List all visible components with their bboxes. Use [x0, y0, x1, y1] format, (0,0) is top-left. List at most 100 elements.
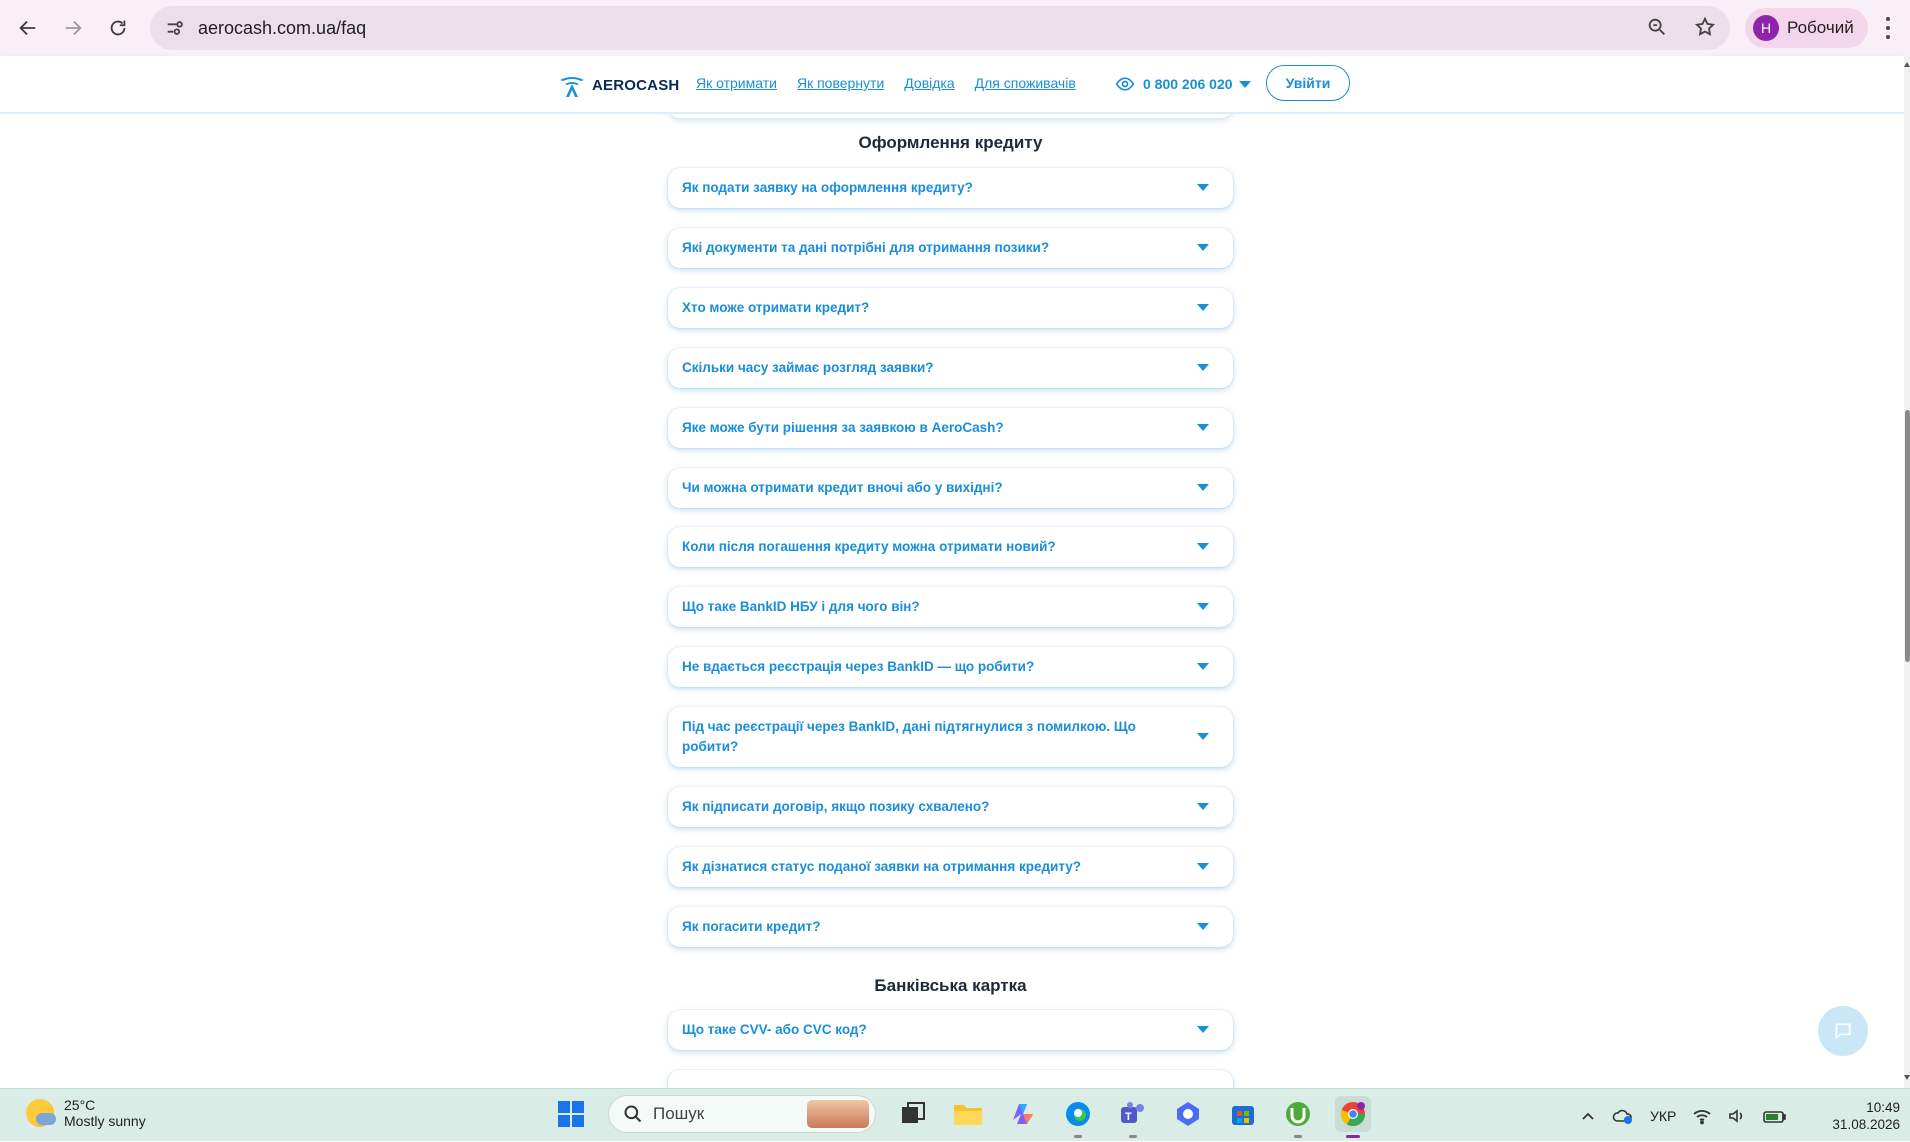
taskbar-search[interactable]: Пошук — [608, 1095, 876, 1133]
utorrent-icon[interactable] — [1280, 1096, 1316, 1138]
battery-icon[interactable] — [1762, 1107, 1788, 1125]
back-button[interactable] — [6, 6, 50, 50]
faq-question: Які документи та дані потрібні для отрим… — [682, 240, 1050, 255]
reload-icon — [110, 20, 126, 36]
chevron-down-icon[interactable] — [1197, 803, 1209, 810]
teams-icon[interactable]: T — [1115, 1096, 1151, 1138]
chevron-down-icon[interactable] — [1197, 424, 1209, 431]
chevron-down-icon[interactable] — [1197, 184, 1209, 191]
eye-icon[interactable] — [1115, 74, 1135, 94]
login-button[interactable]: Увійти — [1266, 65, 1350, 101]
store-icon[interactable] — [1225, 1096, 1261, 1132]
arrow-left-icon — [19, 20, 36, 36]
address-bar[interactable]: aerocash.com.ua/faq — [150, 6, 1730, 50]
faq-item[interactable]: Як дізнатися статус поданої заявки на от… — [668, 847, 1233, 887]
faq-item[interactable]: Що таке CVV- або CVC код? — [668, 1010, 1233, 1050]
profile-button[interactable]: Н Робочий — [1745, 8, 1868, 48]
faq-item[interactable]: Як подати заявку на оформлення кредиту? — [668, 168, 1233, 208]
phone-dropdown[interactable]: 0 800 206 020 — [1115, 74, 1251, 94]
weather-widget[interactable]: 25°C Mostly sunny — [26, 1097, 146, 1129]
windows-start-icon[interactable] — [553, 1096, 589, 1132]
volume-icon[interactable] — [1728, 1107, 1746, 1125]
reload-button[interactable] — [96, 6, 140, 50]
onedrive-icon[interactable] — [1612, 1107, 1634, 1125]
faq-question: Коли після погашення кредиту можна отрим… — [682, 539, 1056, 554]
svg-text:T: T — [1125, 1111, 1132, 1123]
phone-number[interactable]: 0 800 206 020 — [1143, 76, 1233, 92]
main-nav: Як отримати Як повернути Довідка Для спо… — [696, 75, 1076, 91]
faq-question: Як підписати договір, якщо позику схвале… — [682, 799, 990, 814]
aerocash-logo-icon — [560, 77, 584, 97]
weather-sun-icon — [26, 1099, 56, 1127]
avatar: Н — [1753, 15, 1779, 41]
faq-item[interactable]: Хто може отримати кредит? — [668, 288, 1233, 328]
temperature: 25°C — [64, 1097, 96, 1113]
faq-item[interactable]: Скільки часу займає розгляд заявки? — [668, 348, 1233, 388]
chevron-up-icon[interactable] — [1580, 1108, 1596, 1124]
clock-time: 10:49 — [1866, 1100, 1900, 1115]
faq-item[interactable]: Що таке BankID НБУ і для чого він? — [668, 587, 1233, 627]
system-tray: УКР — [1580, 1089, 1788, 1142]
chat-button[interactable] — [1818, 1006, 1868, 1056]
copilot-app-icon[interactable] — [1170, 1096, 1206, 1132]
faq-question: Скільки часу займає розгляд заявки? — [682, 360, 934, 375]
browser-toolbar: aerocash.com.ua/faq Н Робочий — [0, 0, 1910, 56]
chevron-down-icon[interactable] — [1197, 863, 1209, 870]
search-icon — [624, 1105, 642, 1123]
weather-condition: Mostly sunny — [64, 1113, 146, 1129]
copilot-icon[interactable] — [1005, 1096, 1041, 1132]
site-logo[interactable]: AEROCASH — [558, 72, 679, 98]
forward-button[interactable] — [51, 6, 95, 50]
task-view-icon[interactable] — [895, 1096, 931, 1132]
site-info-icon[interactable] — [164, 17, 186, 39]
scroll-down-icon[interactable] — [1904, 1075, 1910, 1080]
faq-question: Яке може бути рішення за заявкою в AeroC… — [682, 420, 1004, 435]
search-highlight-image — [807, 1100, 869, 1128]
faq-item[interactable]: Чи можна отримати кредит вночі або у вих… — [668, 468, 1233, 508]
faq-item[interactable]: Які документи та дані потрібні для отрим… — [668, 228, 1233, 268]
scrollbar-thumb[interactable] — [1905, 410, 1910, 662]
arrow-right-icon — [65, 20, 82, 36]
chevron-down-icon[interactable] — [1197, 923, 1209, 930]
faq-item[interactable]: Яке може бути рішення за заявкою в AeroC… — [668, 408, 1233, 448]
faq-item[interactable]: Коли після погашення кредиту можна отрим… — [668, 527, 1233, 567]
chevron-down-icon[interactable] — [1197, 484, 1209, 491]
scroll-up-icon[interactable] — [1904, 62, 1910, 67]
wifi-icon[interactable] — [1692, 1107, 1712, 1125]
file-explorer-icon[interactable] — [950, 1096, 986, 1132]
chevron-down-icon[interactable] — [1197, 244, 1209, 251]
nav-link-how-to-get[interactable]: Як отримати — [696, 75, 777, 91]
faq-question: Хто може отримати кредит? — [682, 300, 870, 315]
faq-question: Як погасити кредит? — [682, 919, 821, 934]
chevron-down-icon[interactable] — [1197, 304, 1209, 311]
faq-item[interactable]: Під час реєстрації через BankID, дані пі… — [668, 707, 1233, 767]
chevron-down-icon[interactable] — [1197, 663, 1209, 670]
faq-item[interactable]: Як погасити кредит? — [668, 907, 1233, 947]
faq-item[interactable]: Не вдається реєстрація через BankID — що… — [668, 647, 1233, 687]
chevron-down-icon[interactable] — [1197, 603, 1209, 610]
faq-item[interactable]: Як підписати договір, якщо позику схвале… — [668, 787, 1233, 827]
chevron-down-icon[interactable] — [1238, 80, 1251, 88]
faq-question: Як подати заявку на оформлення кредиту? — [682, 180, 973, 195]
zoom-icon[interactable] — [1646, 16, 1668, 38]
browser-menu-icon[interactable] — [1878, 14, 1898, 42]
url-text[interactable]: aerocash.com.ua/faq — [198, 18, 366, 39]
faq-item[interactable] — [668, 1070, 1233, 1088]
chevron-down-icon[interactable] — [1197, 733, 1209, 740]
bookmark-star-icon[interactable] — [1694, 16, 1716, 38]
chevron-down-icon[interactable] — [1197, 364, 1209, 371]
nav-link-how-to-repay[interactable]: Як повернути — [797, 75, 884, 91]
input-language[interactable]: УКР — [1650, 1108, 1676, 1124]
chevron-down-icon[interactable] — [1197, 543, 1209, 550]
faq-question: Що таке BankID НБУ і для чого він? — [682, 599, 920, 614]
faq-question: Що таке CVV- або CVC код? — [682, 1022, 867, 1037]
windows-taskbar: 25°C Mostly sunny Пошук T УКР 10:49 31.0… — [0, 1088, 1910, 1141]
nav-link-help[interactable]: Довідка — [904, 75, 954, 91]
edge-icon[interactable] — [1060, 1096, 1096, 1138]
previous-faq-card[interactable] — [668, 114, 1233, 118]
chrome-icon[interactable] — [1335, 1096, 1371, 1138]
system-clock[interactable]: 10:49 31.08.2026 — [1822, 1099, 1900, 1133]
chevron-down-icon[interactable] — [1197, 1026, 1209, 1033]
profile-name: Робочий — [1787, 18, 1854, 37]
nav-link-consumers[interactable]: Для споживачів — [975, 75, 1076, 91]
